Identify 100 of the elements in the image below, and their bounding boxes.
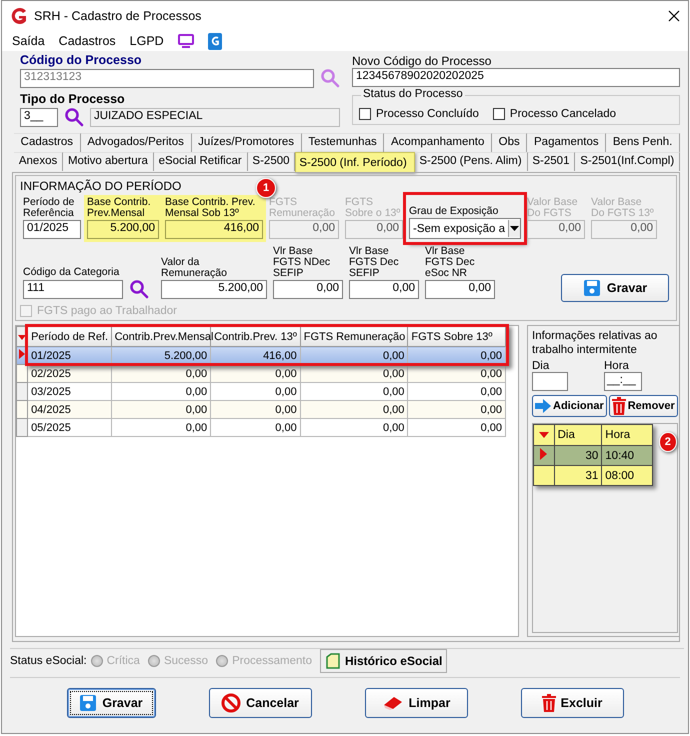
search-icon[interactable] — [64, 107, 84, 127]
table-cell: 0,00 — [210, 400, 300, 418]
table-cell: 0,00 — [300, 418, 408, 436]
field-label: FGTS Sobre o 13º — [345, 197, 402, 219]
table-cell: 30 — [554, 446, 602, 466]
process-code-field[interactable]: 312313123 — [20, 68, 314, 88]
tab[interactable]: S-2500 (Pens. Alim) — [414, 152, 528, 171]
field-label: Hora — [604, 360, 630, 372]
delete-button[interactable]: Excluir — [520, 688, 624, 718]
checkbox[interactable]: Processo Concluído — [359, 108, 479, 120]
save-button[interactable]: Gravar — [561, 274, 669, 302]
arrow-right-icon — [535, 399, 551, 413]
monitor-icon[interactable] — [178, 34, 194, 48]
sort-arrow-icon — [18, 334, 26, 340]
type-code-field[interactable]: 3__ — [20, 108, 58, 126]
field-label: Dia — [532, 360, 550, 372]
trash-icon — [612, 397, 626, 415]
table-cell: 0,00 — [408, 400, 506, 418]
day-field[interactable] — [532, 372, 568, 391]
category-code-field[interactable]: 111 — [23, 280, 123, 298]
prohibited-icon — [221, 692, 242, 712]
text-field[interactable]: 01/2025 — [23, 220, 81, 239]
save-button[interactable]: Gravar — [66, 688, 156, 718]
column-header[interactable]: Contrib.Prev.Mensal — [111, 326, 211, 346]
field-label: Código do Processo — [20, 53, 143, 68]
eraser-icon — [382, 694, 404, 710]
exposure-dropdown[interactable]: -Sem exposição a — [409, 218, 521, 239]
group-title: INFORMAÇÃO DO PERÍODO — [20, 179, 182, 193]
number-badge: 1 — [256, 178, 276, 198]
tab[interactable]: Motivo abertura — [63, 152, 154, 171]
text-field[interactable]: 0,00 — [425, 280, 495, 299]
field-label: Vlr Base FGTS NDec SEFIP — [273, 246, 332, 279]
column-header[interactable]: FGTS Remuneração — [300, 326, 408, 346]
field-label: Grau de Exposição — [409, 206, 500, 217]
menu-item[interactable]: Cadastros — [58, 34, 116, 48]
window-title: SRH - Cadastro de Processos — [34, 9, 202, 23]
table-cell: 31 — [554, 466, 602, 486]
table-cell: 10:40 — [602, 446, 652, 466]
tab[interactable]: S-2501(Inf.Compl) — [575, 152, 680, 171]
column-header[interactable]: Dia — [554, 424, 602, 446]
tab[interactable]: Cadastros — [14, 133, 81, 152]
tab[interactable]: eSocial Retificar — [154, 152, 248, 171]
new-code-field[interactable]: 12345678902020202025 — [352, 68, 680, 87]
field-label: Valor Base Do FGTS 13º — [591, 197, 655, 219]
column-header[interactable]: Período de Ref. — [28, 326, 112, 346]
table-cell: 0,00 — [408, 418, 506, 436]
tab[interactable]: Advogados/Peritos — [80, 133, 192, 152]
table-cell: 08:00 — [602, 466, 652, 486]
trash-icon — [542, 694, 556, 712]
cancel-button[interactable]: Cancelar — [208, 688, 312, 718]
tab[interactable]: S-2501 — [528, 152, 576, 171]
field-label: Tipo do Processo — [20, 92, 126, 107]
close-icon[interactable] — [668, 10, 680, 22]
tab[interactable]: Bens Penh. — [606, 133, 680, 152]
column-header[interactable]: Hora — [602, 424, 652, 446]
checkbox[interactable]: Processo Cancelado — [492, 108, 616, 120]
table-cell: 04/2025 — [28, 400, 112, 418]
number-badge: 2 — [658, 432, 677, 452]
text-field[interactable]: 416,00 — [165, 220, 263, 239]
menu-item[interactable]: Saída — [12, 34, 45, 48]
status-label: Status eSocial: — [10, 655, 87, 667]
group-title: Status do Processo — [361, 88, 465, 100]
sort-arrow-icon — [538, 432, 549, 438]
field-label: Vlr Base FGTS Dec eSoc NR — [425, 246, 476, 279]
intermittent-info-text: Informações relativas ao trabalho intermitente — [532, 329, 658, 357]
field-label: Novo Código do Processo — [352, 54, 492, 68]
radio-label: Sucesso — [164, 655, 208, 667]
text-field[interactable]: 0,00 — [349, 280, 419, 299]
add-button[interactable]: Adicionar — [532, 395, 607, 417]
radio-label: Crítica — [106, 655, 140, 667]
column-header[interactable]: FGTS Sobre 13º — [408, 326, 506, 346]
book-icon[interactable] — [208, 32, 222, 50]
field-label: Valor Base Do FGTS — [527, 197, 579, 219]
type-description-field: JUIZADO ESPECIAL — [90, 108, 340, 126]
text-field[interactable]: 5.200,00 — [87, 220, 159, 239]
history-button[interactable]: Histórico eSocial — [320, 649, 448, 673]
field-label: Período de Referência — [23, 197, 76, 219]
tab[interactable]: Obs — [492, 133, 528, 152]
field-label: Vlr Base FGTS Dec SEFIP — [349, 246, 400, 279]
table-cell: 0,00 — [300, 400, 408, 418]
remove-button[interactable]: Remover — [608, 395, 678, 417]
app-logo-icon — [10, 7, 28, 25]
dropdown-arrow-icon — [510, 226, 520, 231]
menu-item[interactable]: LGPD — [130, 34, 164, 48]
text-field[interactable]: 0,00 — [273, 280, 343, 299]
field-label: Base Contrib. Prev. Mensal Sob 13º — [165, 197, 256, 219]
hour-field[interactable]: __:__ — [604, 372, 642, 391]
field-label: Base Contrib. Prev.Mensal — [87, 197, 152, 219]
tab[interactable]: Juízes/Promotores — [192, 133, 302, 152]
search-icon[interactable] — [129, 279, 149, 299]
field-label: Código da Categoria — [23, 267, 120, 278]
text-field[interactable]: 5.200,00 — [161, 280, 267, 299]
field-label: FGTS Remuneração — [269, 197, 336, 219]
field-label: Valor da Remuneração — [161, 257, 228, 279]
tab[interactable]: Anexos — [14, 152, 64, 171]
row-pointer-icon — [19, 349, 26, 359]
tab[interactable]: Pagamentos — [527, 133, 606, 152]
tab[interactable]: S-2500 (Inf. Período) — [295, 152, 415, 173]
clear-button[interactable]: Limpar — [364, 688, 468, 718]
table-cell: 0,00 — [210, 418, 300, 436]
